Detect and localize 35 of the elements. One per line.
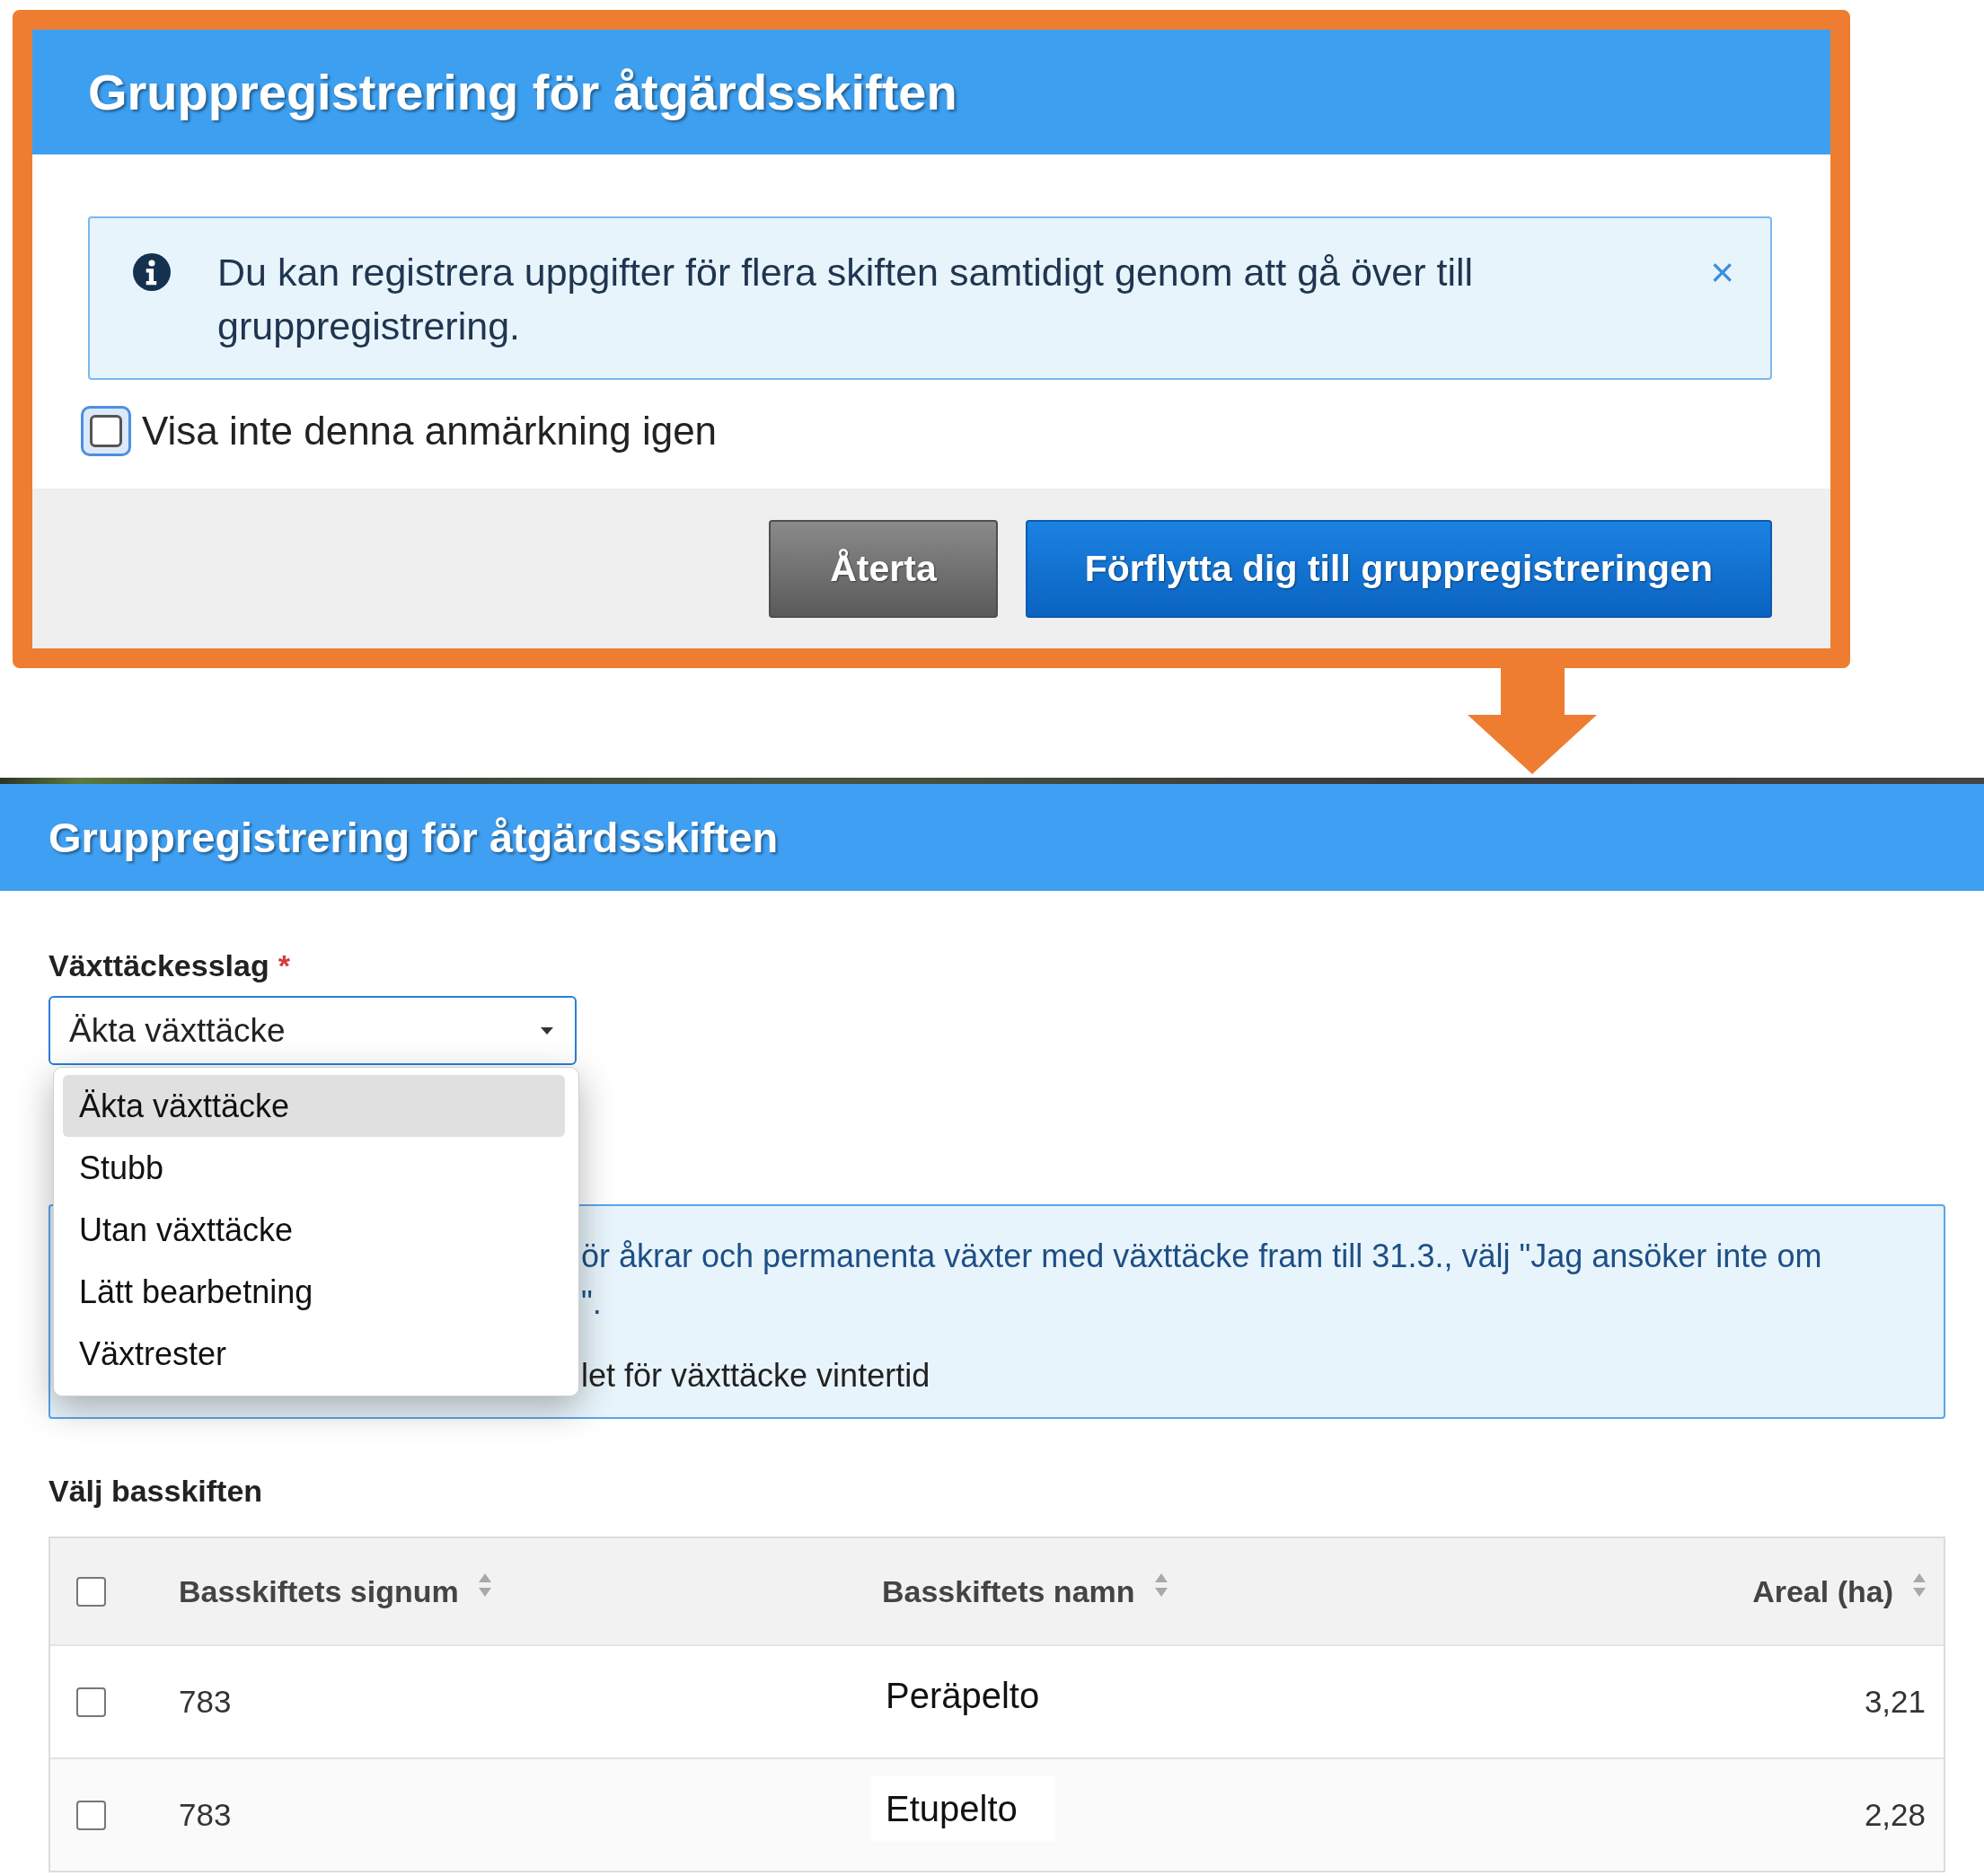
table-cell: Etupelto <box>870 1775 1055 1842</box>
required-mark: * <box>278 947 290 983</box>
dialog-title: Gruppregistrering för åtgärdsskiften <box>88 63 957 121</box>
checkbox[interactable] <box>76 1576 106 1607</box>
column-header[interactable]: Basskiftets signum <box>179 1573 491 1609</box>
checkbox[interactable] <box>76 1800 106 1830</box>
sort-icon <box>478 1573 491 1597</box>
cancel-button[interactable]: Återta <box>769 519 998 618</box>
column-header[interactable]: Areal (ha) <box>1752 1573 1926 1609</box>
dropdown-option[interactable]: Utan växttäcke <box>63 1199 565 1261</box>
info-text: ". <box>581 1283 602 1323</box>
table-cell: 783 <box>179 1797 232 1833</box>
dropdown-option[interactable]: Äkta växttäcke <box>63 1075 565 1137</box>
checkbox[interactable] <box>76 1687 106 1717</box>
info-text: Du kan registrera uppgifter för flera skiften samtidigt genom att gå över till gruppregistrering. <box>217 250 1475 349</box>
caret-icon <box>541 1027 553 1035</box>
info-text: ör åkrar och permanenta växter med växttäcke fram till 31.3., välj "Jag ansöker inte om <box>581 1237 1822 1276</box>
sort-icon <box>1913 1573 1926 1597</box>
sort-icon <box>1154 1573 1168 1597</box>
checkbox[interactable] <box>81 406 131 456</box>
field-label: Växttäckesslag <box>48 947 269 983</box>
column-header[interactable]: Basskiftets namn <box>882 1573 1168 1609</box>
select-field[interactable]: Äkta växttäcke <box>48 996 577 1065</box>
proceed-button[interactable]: Förflytta dig till gruppregistreringen <box>1025 519 1772 618</box>
section-title: Välj basskiften <box>48 1473 263 1509</box>
checkbox-label: Visa inte denna anmärkning igen <box>142 409 718 454</box>
table-cell: 2,28 <box>1864 1797 1926 1833</box>
page-title: Gruppregistrering för åtgärdsskiften <box>48 813 779 862</box>
table-cell: 783 <box>179 1684 232 1720</box>
table-cell: 3,21 <box>1864 1684 1926 1720</box>
dropdown-option[interactable]: Lätt bearbetning <box>63 1261 565 1323</box>
info-icon <box>133 253 171 291</box>
info-text: let för växttäcke vintertid <box>581 1356 930 1396</box>
dropdown-option[interactable]: Stubb <box>63 1137 565 1199</box>
dropdown-option[interactable]: Växtrester <box>63 1323 565 1385</box>
